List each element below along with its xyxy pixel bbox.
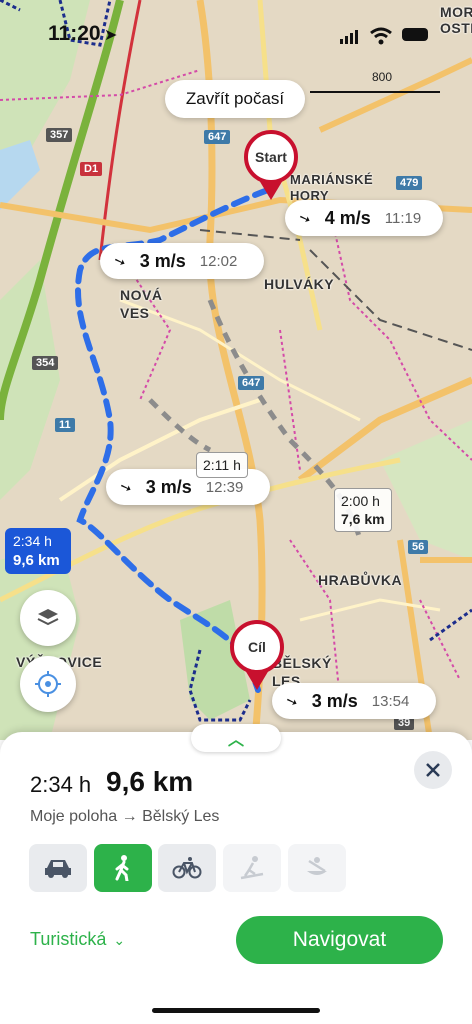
wind-speed: 3 m/s xyxy=(139,250,186,271)
wind-arrow-icon: ➘ xyxy=(111,251,128,271)
close-weather-button[interactable]: Zavřít počasí xyxy=(165,80,305,118)
pin-tip xyxy=(259,180,283,200)
route-label-distance: 9,6 km xyxy=(13,552,60,569)
car-icon xyxy=(45,860,71,878)
road-tag: 647 xyxy=(238,376,265,390)
end-pin[interactable]: Cíl xyxy=(230,620,284,690)
pin-tip xyxy=(245,670,269,690)
ski-icon xyxy=(240,856,264,880)
start-label: Start xyxy=(244,130,298,184)
place-label: HULVÁKY xyxy=(264,276,335,292)
route-description: Moje poloha → Bělský Les xyxy=(30,808,220,825)
route-label-time: 2:34 h xyxy=(13,533,52,549)
road-tag: 479 xyxy=(396,176,423,190)
layers-icon xyxy=(37,609,59,626)
wind-chip[interactable]: ➘ 3 m/s 13:54 xyxy=(272,683,436,719)
wind-speed: 4 m/s xyxy=(324,207,371,228)
place-label: MOR OSTR xyxy=(440,4,472,36)
wind-arrow-icon: ➘ xyxy=(283,691,300,711)
expand-sheet-button[interactable]: ︿ xyxy=(191,724,281,752)
home-indicator xyxy=(152,1008,320,1013)
route-type-label: Turistická xyxy=(30,929,107,949)
route-type-selector[interactable]: Turistická ⌄ xyxy=(30,929,125,950)
road-tag: 11 xyxy=(55,418,75,432)
alt-route-time: 2:00 h xyxy=(341,493,380,509)
road-tag: 354 xyxy=(32,356,59,370)
alt-route-label-2[interactable]: 2:11 h xyxy=(196,452,248,478)
wind-time: 11:19 xyxy=(384,209,422,227)
wind-time: 12:39 xyxy=(205,478,244,496)
signal-icon xyxy=(340,30,358,44)
mode-ski-button[interactable] xyxy=(223,844,281,892)
wind-time: 12:02 xyxy=(199,252,238,270)
alt-route-label[interactable]: 2:00 h 7,6 km xyxy=(334,488,392,532)
place-label: NOVÁ VES xyxy=(120,287,163,321)
route-distance: 9,6 km xyxy=(106,766,194,797)
start-pin[interactable]: Start xyxy=(244,130,298,200)
road-tag: 647 xyxy=(204,130,231,144)
wind-arrow-icon: ➘ xyxy=(117,477,134,497)
end-label: Cíl xyxy=(230,620,284,674)
walk-icon xyxy=(115,855,129,881)
route-label[interactable]: 2:34 h 9,6 km xyxy=(5,528,71,574)
alt-route-2-time: 2:11 h xyxy=(203,457,241,473)
mode-car-button[interactable] xyxy=(29,844,87,892)
wind-speed: 3 m/s xyxy=(311,690,358,711)
wind-chip[interactable]: ➘ 4 m/s 11:19 xyxy=(285,200,443,236)
alt-route-distance: 7,6 km xyxy=(341,511,385,527)
road-tag: D1 xyxy=(80,162,103,176)
close-button[interactable] xyxy=(414,751,452,789)
road-tag: 357 xyxy=(46,128,73,142)
navigate-button[interactable]: Navigovat xyxy=(236,916,443,964)
map-view[interactable]: 11:20 ➤ Zavřít počasí MOR OSTR 800 357 D… xyxy=(0,0,472,740)
status-bar: 11:20 ➤ xyxy=(0,0,472,60)
chevron-down-icon: ⌄ xyxy=(113,932,126,948)
status-time: 11:20 xyxy=(48,22,101,45)
wifi-icon xyxy=(370,27,392,45)
place-label: HRABŮVKA xyxy=(318,572,403,588)
close-icon xyxy=(426,763,440,777)
wind-speed: 3 m/s xyxy=(145,476,192,497)
compass-icon xyxy=(35,671,61,697)
wind-time: 13:54 xyxy=(371,692,410,710)
road-tag: 56 xyxy=(408,540,429,554)
location-arrow-icon: ➤ xyxy=(104,27,118,44)
battery-icon xyxy=(402,28,428,41)
map-scale: 800 xyxy=(372,70,393,84)
compass-button[interactable] xyxy=(20,656,76,712)
wind-chip[interactable]: ➘ 3 m/s 12:02 xyxy=(100,243,264,279)
wind-arrow-icon: ➘ xyxy=(296,208,313,228)
route-duration: 2:34 h xyxy=(30,772,92,797)
mode-walk-button[interactable] xyxy=(94,844,152,892)
mode-boat-button[interactable] xyxy=(288,844,346,892)
boat-icon xyxy=(307,857,327,875)
bike-icon xyxy=(172,857,202,879)
map-layers-button[interactable] xyxy=(20,590,76,646)
mode-bike-button[interactable] xyxy=(158,844,216,892)
